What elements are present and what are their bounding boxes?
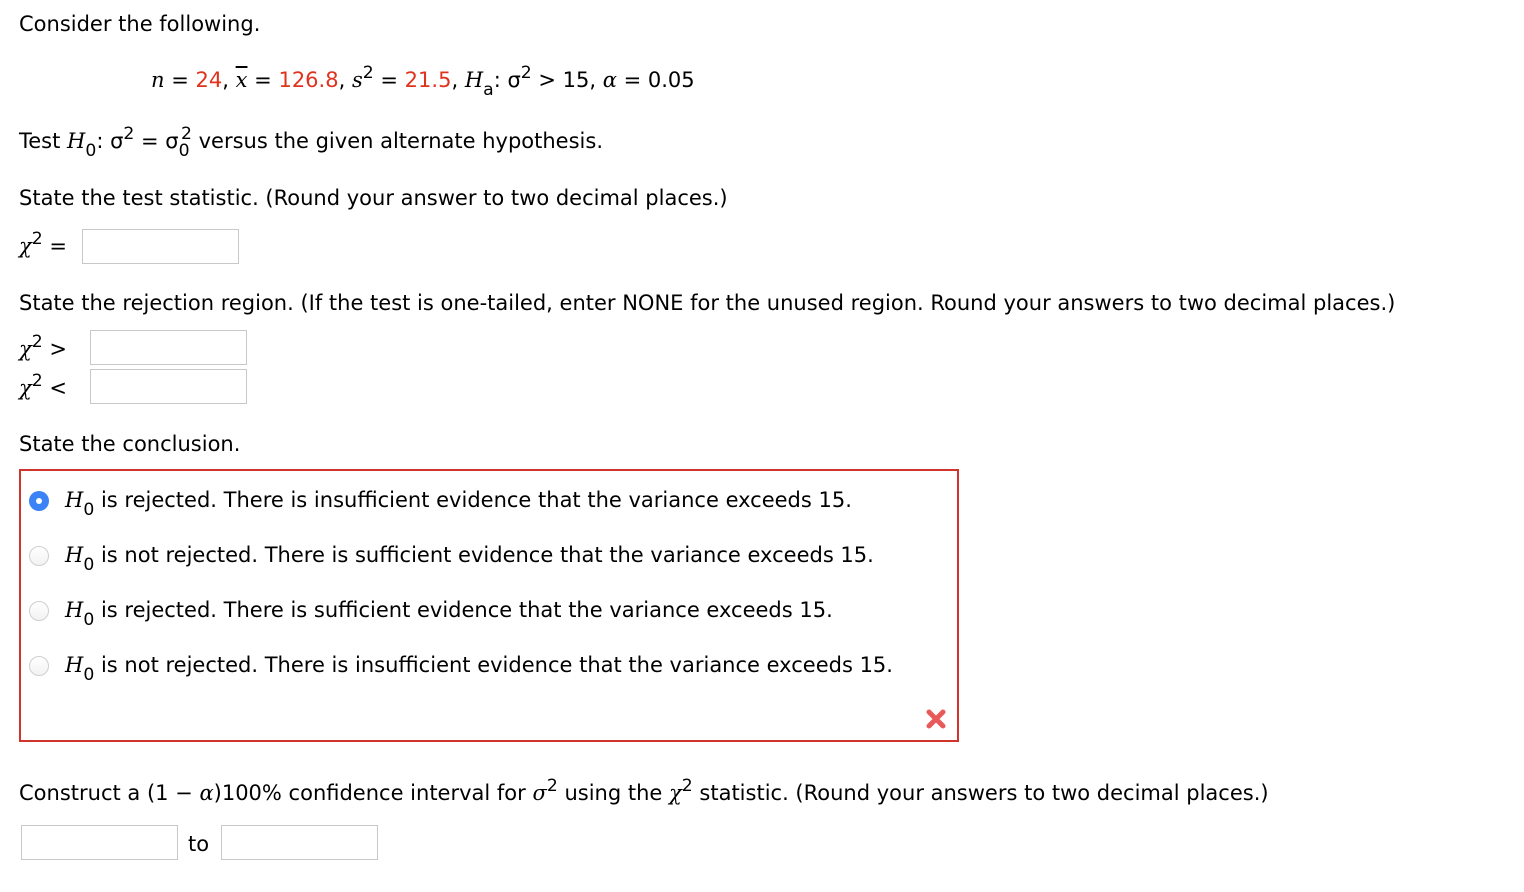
ha-label: H <box>464 68 484 92</box>
test-hypothesis: Test H0: σ2 = σ02 versus the given alter… <box>19 123 603 161</box>
x-mark-icon <box>926 709 946 729</box>
rejection-lower-label: χ2 < <box>19 370 67 400</box>
confidence-interval-prompt: Construct a (1 − α)100% confidence inter… <box>19 775 1269 805</box>
conclusion-option-3[interactable]: H0 is rejected. There is sufficient evid… <box>29 596 833 630</box>
given-values: n = 24, x = 126.8, s2 = 21.5, Ha: σ2 > 1… <box>151 62 695 100</box>
ha-value: > 15, <box>538 68 597 92</box>
conclusion-option-4[interactable]: H0 is not rejected. There is insufficien… <box>29 651 893 685</box>
xbar-label: x <box>235 68 248 92</box>
test-statistic-prompt: State the test statistic. (Round your an… <box>19 186 728 210</box>
radio-unselected-icon[interactable] <box>29 601 49 621</box>
n-value: 24 <box>195 68 223 92</box>
rejection-region-prompt: State the rejection region. (If the test… <box>19 291 1396 315</box>
alpha-value: = 0.05 <box>623 68 695 92</box>
ci-upper-input[interactable] <box>221 825 378 860</box>
test-statistic-label: χ2 = <box>19 228 67 258</box>
rejection-upper-input[interactable] <box>90 330 247 365</box>
xbar-value: 126.8 <box>278 68 339 92</box>
rejection-lower-input[interactable] <box>90 369 247 404</box>
conclusion-option-2[interactable]: H0 is not rejected. There is sufficient … <box>29 541 874 575</box>
intro-text: Consider the following. <box>19 12 261 36</box>
ci-lower-input[interactable] <box>21 825 178 860</box>
conclusion-option-1[interactable]: H0 is rejected. There is insufficient ev… <box>29 486 852 520</box>
ci-to-label: to <box>188 832 210 856</box>
test-statistic-input[interactable] <box>82 229 239 264</box>
radio-selected-icon[interactable] <box>29 491 49 511</box>
radio-unselected-icon[interactable] <box>29 546 49 566</box>
conclusion-prompt: State the conclusion. <box>19 432 241 456</box>
s2-label: s <box>351 68 363 92</box>
s2-value: 21.5 <box>404 68 452 92</box>
radio-unselected-icon[interactable] <box>29 656 49 676</box>
n-label: n <box>151 68 165 92</box>
conclusion-answer-box: H0 is rejected. There is insufficient ev… <box>19 469 959 742</box>
alpha-label: α <box>602 68 617 92</box>
rejection-upper-label: χ2 > <box>19 331 67 361</box>
